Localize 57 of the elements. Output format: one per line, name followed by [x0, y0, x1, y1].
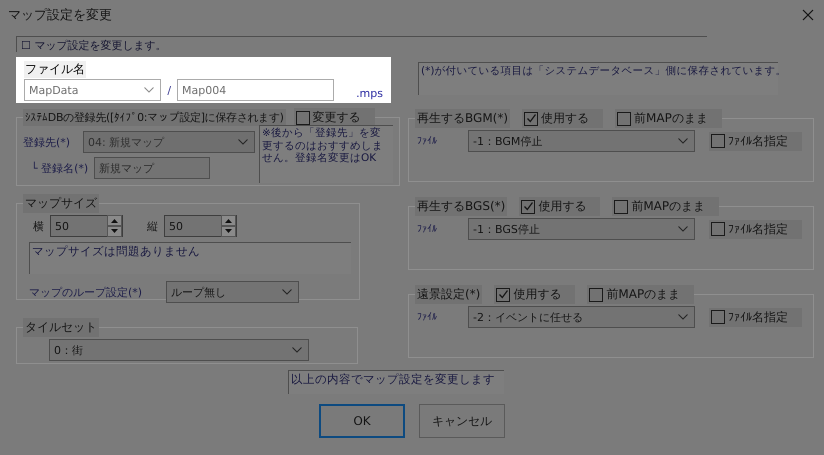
- specify-file-checkbox[interactable]: ﾌｧｲﾙ名指定: [709, 220, 802, 238]
- footer-note: 以上の内容でマップ設定を変更します: [288, 370, 504, 394]
- width-label: 横: [33, 218, 44, 234]
- specify-file-checkbox[interactable]: ﾌｧｲﾙ名指定: [709, 308, 802, 326]
- tileset-dropdown[interactable]: 0：街: [49, 339, 309, 361]
- keep-previous-checkbox[interactable]: 前MAPのまま: [587, 285, 694, 304]
- info-note: (*)が付いている項目は「システムデータベース」側に保存されています。: [418, 62, 778, 95]
- folder-dropdown[interactable]: MapData: [24, 79, 162, 101]
- file-dropdown[interactable]: -1：BGM停止: [468, 130, 695, 152]
- group-title: 遠景設定(*): [415, 285, 482, 304]
- status-note: マップサイズは問題ありません: [29, 242, 351, 274]
- file-label: ﾌｧｲﾙ: [417, 311, 438, 323]
- file-dropdown[interactable]: -1：BGS停止: [468, 218, 695, 240]
- dropdown-caret-icon: [678, 314, 688, 320]
- path-separator: /: [167, 84, 172, 96]
- file-name-field[interactable]: Map004: [177, 79, 334, 101]
- dropdown-caret-icon: [144, 87, 154, 93]
- loop-dropdown[interactable]: ループ無し: [166, 281, 300, 303]
- use-checkbox[interactable]: 使用する: [494, 285, 576, 304]
- height-label: 縦: [147, 218, 158, 234]
- group-title: 再生するBGS(*): [415, 197, 508, 216]
- close-icon[interactable]: [802, 9, 814, 21]
- name-field[interactable]: 新規マップ: [94, 157, 210, 179]
- file-label: ﾌｧｲﾙ: [417, 135, 438, 147]
- group-label: ファイル名: [24, 61, 86, 78]
- check-icon: [526, 113, 537, 124]
- extension-label: .mps: [356, 86, 383, 100]
- spinner-icon[interactable]: [107, 215, 122, 237]
- cancel-button[interactable]: キャンセル: [419, 404, 505, 438]
- dropdown-caret-icon: [238, 139, 248, 145]
- file-dropdown[interactable]: -2：イベントに任せる: [468, 306, 695, 328]
- destination-label: 登録先(*): [23, 134, 72, 150]
- dropdown-caret-icon: [282, 289, 292, 295]
- keep-previous-checkbox[interactable]: 前MAPのまま: [612, 197, 720, 216]
- loop-label: マップのループ設定(*): [29, 284, 142, 300]
- check-icon: [498, 289, 509, 300]
- check-icon: [522, 201, 534, 212]
- header-note: ☐ マップ設定を変更します。: [16, 36, 707, 52]
- dropdown-caret-icon: [678, 138, 688, 144]
- use-checkbox[interactable]: 使用する: [522, 109, 604, 128]
- group-title: ｼｽﾃﾑDBの登録先([ﾀｲﾌﾟ0:マップ設定]に保存されます): [23, 109, 286, 126]
- group-title: マップサイズ: [23, 194, 99, 213]
- warning-note: ※後から「登録先」を変更するのはおすすめしません。登録名変更はOK: [259, 125, 393, 183]
- dropdown-caret-icon: [292, 347, 302, 353]
- window-title: マップ設定を変更: [8, 7, 112, 24]
- spinner-icon[interactable]: [221, 215, 236, 237]
- specify-file-checkbox[interactable]: ﾌｧｲﾙ名指定: [709, 132, 802, 150]
- width-field[interactable]: 50: [50, 215, 123, 237]
- height-field[interactable]: 50: [164, 215, 237, 237]
- group-title: タイルセット: [23, 318, 99, 337]
- keep-previous-checkbox[interactable]: 前MAPのまま: [615, 109, 722, 128]
- file-label: ﾌｧｲﾙ: [417, 223, 438, 235]
- name-label: └ 登録名(*): [31, 160, 88, 176]
- group-title: 再生するBGM(*): [415, 109, 510, 128]
- dropdown-caret-icon: [678, 226, 688, 232]
- ok-button[interactable]: OK: [319, 404, 405, 438]
- use-checkbox[interactable]: 使用する: [519, 197, 600, 216]
